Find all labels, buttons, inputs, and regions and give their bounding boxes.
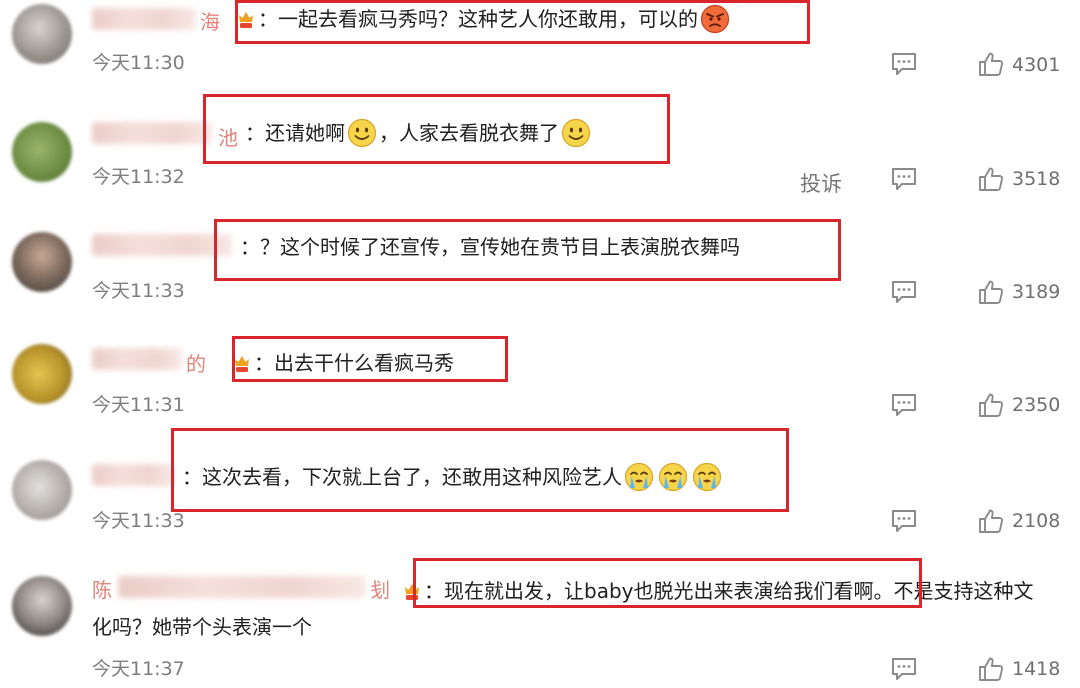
avatar[interactable] (12, 344, 72, 404)
username-blurred[interactable] (92, 8, 196, 30)
smile-emoji (347, 118, 377, 148)
comment-text: ：这次去看，下次就上台了，还敢用这种风险艺人 (182, 460, 724, 494)
username-tail[interactable]: 海 (200, 6, 220, 35)
comment-item-6: 陈 刬 ：现在就出发，让baby也脱光出来表演给我们看啊。不是支持这种文 化吗？… (0, 560, 1080, 688)
comment-time: 今天11:33 (92, 280, 185, 302)
like-count: 3189 (1012, 281, 1061, 303)
comment-text-continued: 化吗？她带个头表演一个 (92, 615, 312, 639)
username-blurred[interactable] (118, 576, 366, 598)
comment-item-3: ：？这个时候了还宣传，宣传她在贵节目上表演脱衣舞吗 今天11:33 3189 (0, 224, 1080, 336)
comment-time: 今天11:32 (92, 166, 185, 188)
crying-emoji (624, 462, 654, 492)
comment-text: ：还请她啊 ，人家去看脱衣舞了 (245, 116, 593, 150)
smile-emoji (561, 118, 591, 148)
comment-text: ：？这个时候了还宣传，宣传她在贵节目上表演脱衣舞吗 (240, 235, 740, 259)
thumbs-up-icon[interactable] (978, 279, 1004, 305)
username-blurred[interactable] (92, 464, 174, 486)
thumbs-up-icon[interactable] (978, 51, 1004, 77)
angry-emoji (700, 4, 730, 34)
vip-crown-icon (402, 580, 422, 602)
username-tail[interactable]: 的 (186, 348, 206, 377)
thumbs-up-icon[interactable] (978, 508, 1004, 534)
comment-icon[interactable] (890, 166, 918, 192)
comment-icon[interactable] (890, 279, 918, 305)
thumbs-up-icon[interactable] (978, 656, 1004, 682)
comment-icon[interactable] (890, 656, 918, 682)
like-count: 4301 (1012, 54, 1061, 76)
like-count: 2108 (1012, 510, 1061, 532)
comment-time: 今天11:37 (92, 658, 185, 680)
username-tail[interactable]: 刬 (370, 574, 390, 603)
username-blurred[interactable] (92, 348, 182, 370)
crying-emoji (658, 462, 688, 492)
avatar[interactable] (12, 232, 72, 292)
comment-icon[interactable] (890, 51, 918, 77)
like-count: 2350 (1012, 394, 1061, 416)
comment-time: 今天11:30 (92, 52, 185, 74)
crying-emoji (692, 462, 722, 492)
avatar[interactable] (12, 4, 72, 64)
comment-icon[interactable] (890, 508, 918, 534)
comment-time: 今天11:33 (92, 510, 185, 532)
avatar[interactable] (12, 122, 72, 182)
comment-text: ：现在就出发，让baby也脱光出来表演给我们看啊。不是支持这种文 (424, 579, 1034, 603)
like-count: 3518 (1012, 168, 1061, 190)
comment-item-5: ：这次去看，下次就上台了，还敢用这种风险艺人 今天11:33 2108 (0, 448, 1080, 560)
username-tail[interactable]: 池 (218, 122, 238, 151)
comment-text: ：出去干什么看疯马秀 (254, 351, 454, 375)
comment-item-2: 池 ：还请她啊 ，人家去看脱衣舞了 今天11:32 投诉 3518 (0, 112, 1080, 224)
username-blurred[interactable] (92, 234, 232, 256)
username-head[interactable]: 陈 (92, 574, 112, 603)
thumbs-up-icon[interactable] (978, 392, 1004, 418)
like-count: 1418 (1012, 658, 1061, 680)
avatar[interactable] (12, 576, 72, 636)
username-blurred[interactable] (92, 122, 212, 144)
vip-crown-icon (236, 8, 256, 30)
comment-text: ：一起去看疯马秀吗？这种艺人你还敢用，可以的 (258, 2, 732, 36)
report-button[interactable]: 投诉 (800, 168, 842, 198)
vip-crown-icon (232, 352, 252, 374)
comment-item-4: 的 ：出去干什么看疯马秀 今天11:31 2350 (0, 336, 1080, 448)
avatar[interactable] (12, 460, 72, 520)
comment-time: 今天11:31 (92, 394, 185, 416)
comment-icon[interactable] (890, 392, 918, 418)
comment-item-1: 海 ：一起去看疯马秀吗？这种艺人你还敢用，可以的 今天11:30 4301 (0, 0, 1080, 112)
thumbs-up-icon[interactable] (978, 166, 1004, 192)
